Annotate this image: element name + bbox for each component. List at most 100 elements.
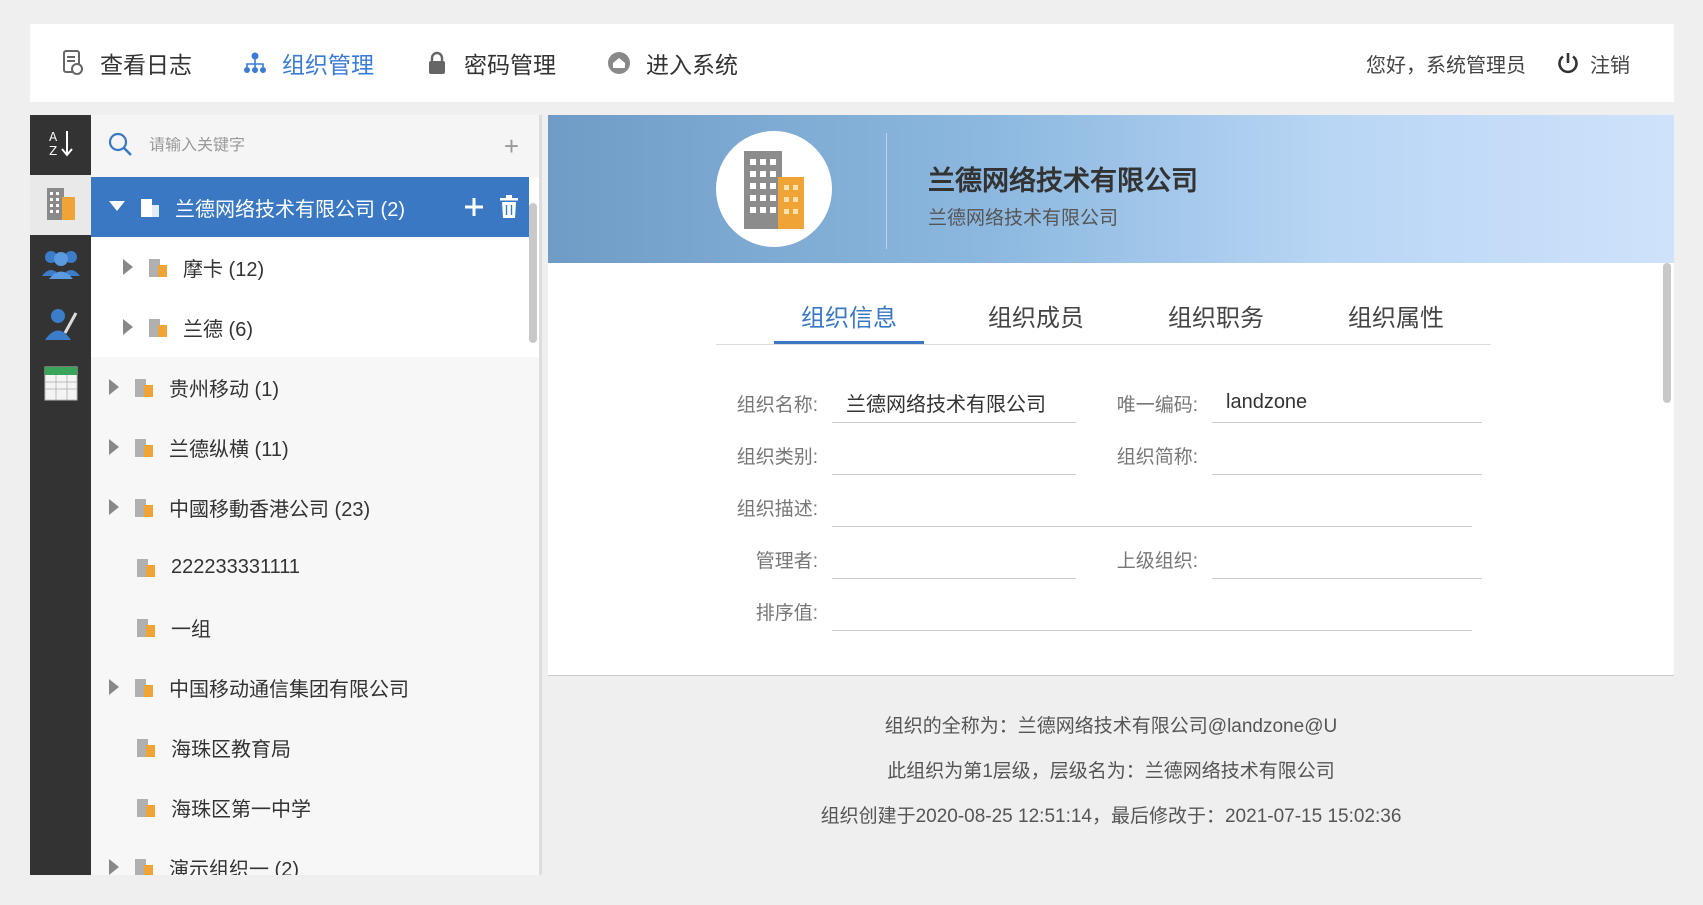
rail-organization[interactable] xyxy=(30,175,91,235)
org-description-field[interactable] xyxy=(832,487,1472,527)
org-type-field[interactable] xyxy=(832,435,1076,475)
building-icon xyxy=(135,797,157,817)
tree-node[interactable]: 兰德纵横 (11) xyxy=(91,417,539,477)
full-name-text: 组织的全称为：兰德网络技术有限公司@landzone@U xyxy=(884,716,1338,737)
field-label: 组织简称: xyxy=(1116,446,1198,468)
svg-text:A: A xyxy=(49,130,58,144)
detail-tabs: 组织信息 组织成员 组织职务 组织属性 xyxy=(716,295,1491,345)
node-actions xyxy=(449,195,519,219)
tree-node[interactable]: 海珠区教育局 xyxy=(91,717,539,777)
logout-label: 注销 xyxy=(1590,54,1630,77)
left-icon-rail: AZ xyxy=(30,115,91,875)
tree-node-label: 222233331111 xyxy=(171,555,301,578)
tree-node-label: 贵州移动 (1) xyxy=(169,378,279,401)
logout-button[interactable]: 注销 xyxy=(1556,49,1630,78)
rail-spreadsheet[interactable] xyxy=(30,355,91,415)
tree-node[interactable]: 中国移动通信集团有限公司 xyxy=(91,657,539,717)
tree-search-input[interactable] xyxy=(149,137,469,155)
tree-node[interactable]: 演示组织一 (2) xyxy=(91,837,539,875)
tree-node[interactable]: 222233331111 xyxy=(91,537,539,597)
tree-node[interactable]: 贵州移动 (1) xyxy=(91,357,539,417)
org-detail-panel: 兰德网络技术有限公司 兰德网络技术有限公司 组织信息 组织成员 组织职务 组织属… xyxy=(548,115,1674,875)
greeting-text: 您好，系统管理员 xyxy=(1366,54,1526,77)
tree-node-label: 演示组织一 (2) xyxy=(169,858,299,876)
tree-node-label: 中国移动通信集团有限公司 xyxy=(169,678,409,701)
field-label: 组织名称: xyxy=(736,394,818,416)
nav-label: 密码管理 xyxy=(464,52,556,78)
caret-right-icon[interactable] xyxy=(123,319,133,335)
tree-node-child[interactable]: 摩卡 (12) xyxy=(91,237,529,297)
home-icon xyxy=(606,50,632,76)
org-banner: 兰德网络技术有限公司 兰德网络技术有限公司 xyxy=(548,115,1674,263)
building-icon xyxy=(133,497,155,517)
add-child-button[interactable] xyxy=(463,196,485,218)
building-icon xyxy=(744,151,804,229)
delete-button[interactable] xyxy=(499,195,519,219)
caret-right-icon[interactable] xyxy=(109,679,119,695)
org-name-field[interactable]: 兰德网络技术有限公司 xyxy=(832,383,1076,423)
spreadsheet-icon xyxy=(43,364,79,407)
caret-down-icon[interactable] xyxy=(109,201,125,213)
nav-enter-system[interactable]: 进入系统 xyxy=(606,46,738,80)
tree-node-label: 摩卡 (12) xyxy=(183,258,265,281)
caret-right-icon[interactable] xyxy=(123,259,133,275)
tree-node-child[interactable]: 兰德 (6) xyxy=(91,297,529,357)
user-area: 您好，系统管理员 注销 xyxy=(1366,49,1630,78)
nav-label: 进入系统 xyxy=(646,52,738,78)
tree-node[interactable]: 一组 xyxy=(91,597,539,657)
sort-value-field[interactable] xyxy=(832,591,1472,631)
org-short-name-field[interactable] xyxy=(1212,435,1482,475)
timestamps-text: 组织创建于2020-08-25 12:51:14，最后修改于：2021-07-1… xyxy=(820,806,1402,827)
tree-node-label: 一组 xyxy=(171,618,211,641)
tab-org-attributes[interactable]: 组织属性 xyxy=(1306,295,1486,344)
building-icon xyxy=(139,197,161,217)
org-title: 兰德网络技术有限公司 xyxy=(928,166,1198,196)
tab-org-members[interactable]: 组织成员 xyxy=(946,295,1126,344)
caret-right-icon[interactable] xyxy=(109,499,119,515)
search-icon xyxy=(107,131,133,162)
tab-org-info[interactable]: 组织信息 xyxy=(774,295,924,344)
user-edit-icon xyxy=(43,305,79,346)
tree-node-label: 兰德纵横 (11) xyxy=(169,438,289,461)
rail-user-edit[interactable] xyxy=(30,295,91,355)
building-icon xyxy=(135,737,157,757)
add-root-button[interactable]: + xyxy=(504,131,519,162)
caret-right-icon[interactable] xyxy=(109,859,119,875)
nav-label: 查看日志 xyxy=(100,52,192,78)
org-summary-footer: 组织的全称为：兰德网络技术有限公司@landzone@U 此组织为第1层级，层级… xyxy=(548,675,1674,875)
org-info-form: 组织名称: 兰德网络技术有限公司 唯一编码: landzone 组织类别: 组织… xyxy=(716,377,1496,637)
caret-right-icon[interactable] xyxy=(109,379,119,395)
building-icon xyxy=(133,437,155,457)
unique-code-field[interactable]: landzone xyxy=(1212,383,1482,423)
tree-search-bar: + xyxy=(91,115,539,177)
nav-org-management[interactable]: 组织管理 xyxy=(242,46,374,80)
nav-view-logs[interactable]: 查看日志 xyxy=(60,46,192,80)
tree-node[interactable]: 海珠区第一中学 xyxy=(91,777,539,837)
nav-label: 组织管理 xyxy=(282,52,374,78)
caret-right-icon[interactable] xyxy=(109,439,119,455)
users-icon xyxy=(40,246,82,285)
level-text: 此组织为第1层级，层级名为：兰德网络技术有限公司 xyxy=(887,761,1335,782)
field-label: 上级组织: xyxy=(1116,550,1198,572)
building-icon xyxy=(133,377,155,397)
tab-org-positions[interactable]: 组织职务 xyxy=(1126,295,1306,344)
sort-button[interactable]: AZ xyxy=(30,115,91,175)
log-icon xyxy=(60,50,86,76)
power-icon xyxy=(1556,51,1580,75)
rail-users[interactable] xyxy=(30,235,91,295)
top-navbar: 查看日志 组织管理 密码管理 进入系统 您好，系统管理员 注销 xyxy=(30,24,1674,102)
main-scrollbar[interactable] xyxy=(1663,263,1671,403)
parent-org-field[interactable] xyxy=(1212,539,1482,579)
building-icon xyxy=(147,257,169,277)
tree-node-list: 贵州移动 (1) 兰德纵横 (11) 中國移動香港公司 (23) 2222333311… xyxy=(91,357,539,875)
manager-field[interactable] xyxy=(832,539,1076,579)
field-label: 唯一编码: xyxy=(1116,394,1198,416)
org-logo xyxy=(716,131,832,247)
tree-node-selected[interactable]: 兰德网络技术有限公司 (2) xyxy=(91,177,529,237)
tree-node-label: 中國移動香港公司 (23) xyxy=(169,498,371,521)
nav-password-management[interactable]: 密码管理 xyxy=(424,46,556,80)
building-icon xyxy=(133,857,155,875)
tree-node[interactable]: 中國移動香港公司 (23) xyxy=(91,477,539,537)
tree-scrollbar[interactable] xyxy=(529,203,537,343)
building-icon xyxy=(147,317,169,337)
